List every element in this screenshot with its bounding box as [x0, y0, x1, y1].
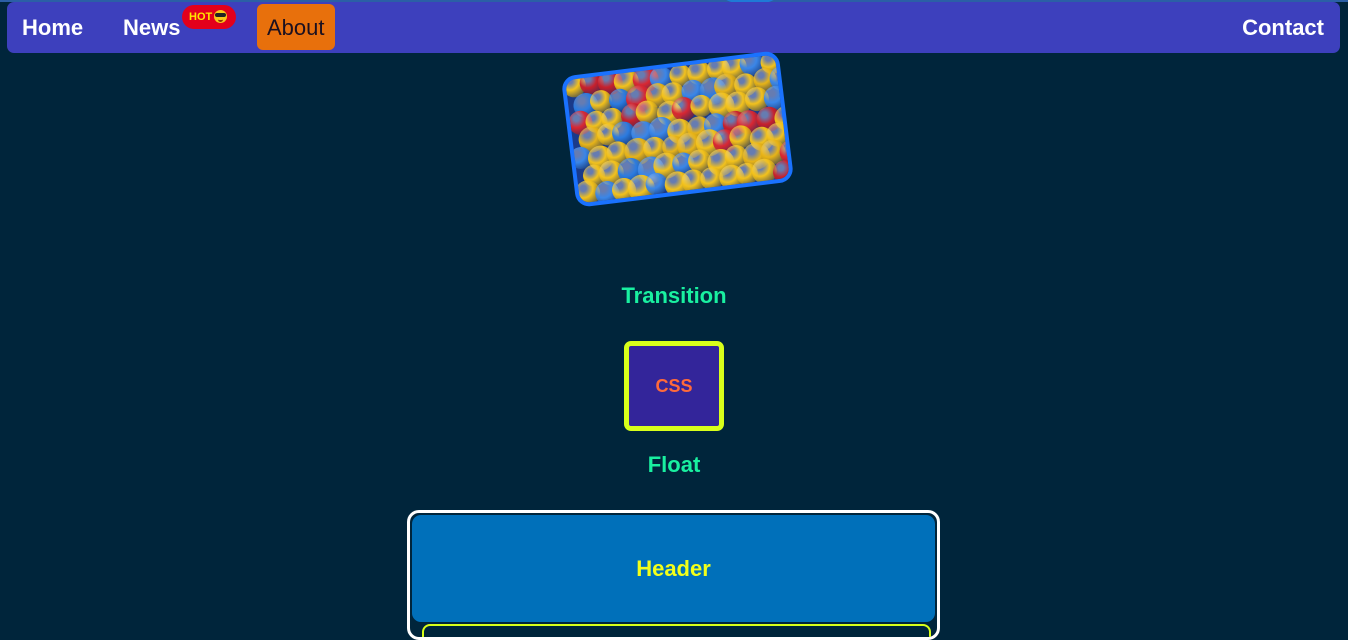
transition-css-box[interactable]: CSS — [624, 341, 724, 431]
sunglasses-emoji-icon — [214, 10, 227, 23]
float-header: Header — [412, 515, 935, 622]
nav-home-link[interactable]: Home — [22, 2, 83, 53]
float-layout-frame: Header — [407, 510, 940, 640]
navbar: Home News HOT About Contact — [7, 2, 1340, 53]
nav-news-link[interactable]: News — [123, 2, 180, 53]
nav-about-link[interactable]: About — [257, 4, 335, 50]
float-next-row — [422, 624, 931, 637]
float-title: Float — [647, 452, 701, 477]
nav-contact-link[interactable]: Contact — [1242, 2, 1324, 53]
hot-badge: HOT — [182, 5, 236, 29]
hot-badge-label: HOT — [189, 11, 213, 23]
emoji-photo — [560, 50, 795, 208]
transition-title: Transition — [621, 283, 727, 308]
